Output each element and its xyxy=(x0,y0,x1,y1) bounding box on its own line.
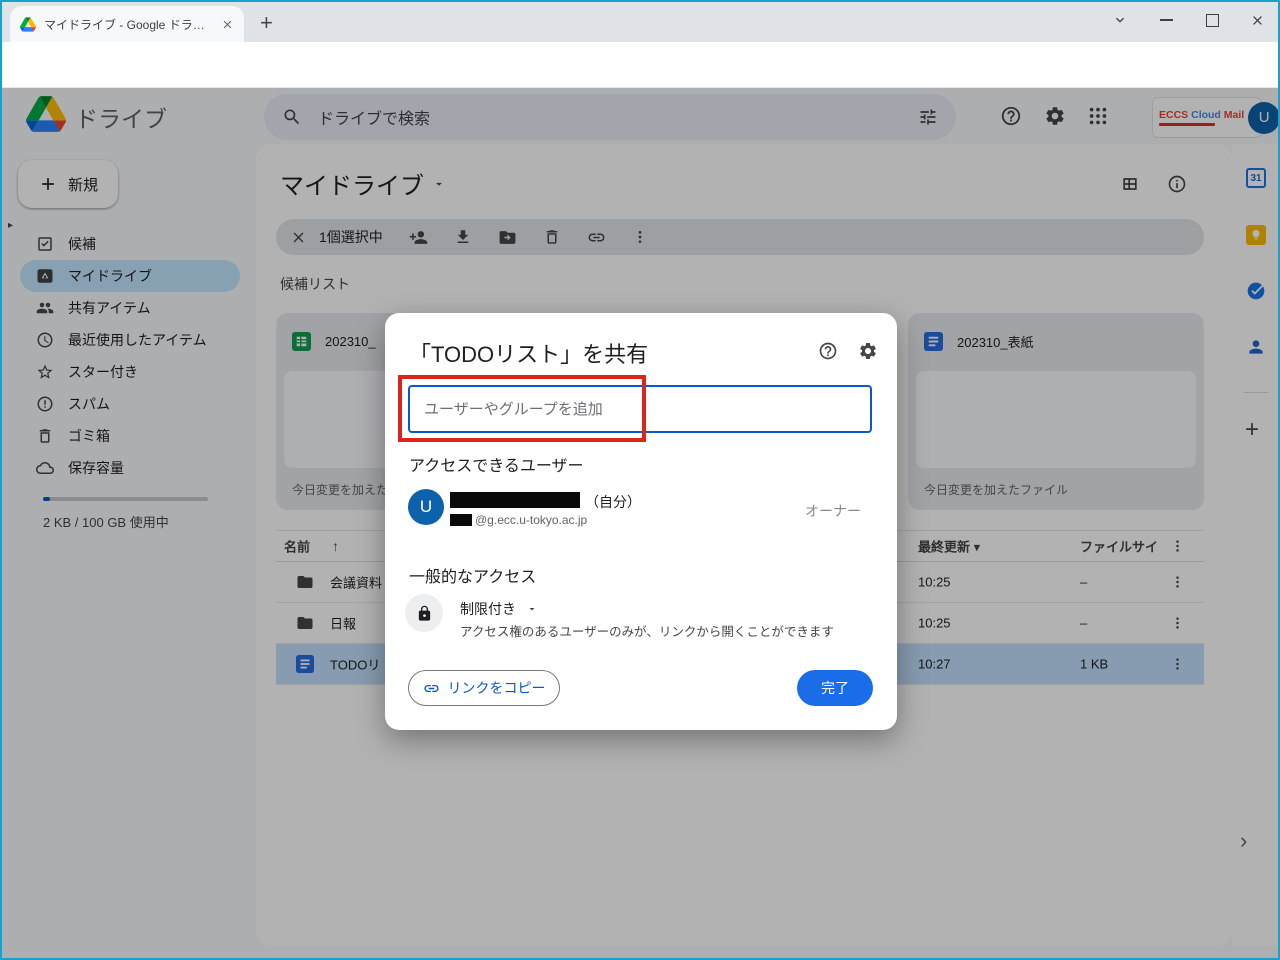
access-description: アクセス権のあるユーザーのみが、リンクから開くことができます xyxy=(460,625,834,639)
tab-close-icon[interactable] xyxy=(221,18,234,31)
window-maximize-button[interactable] xyxy=(1198,8,1226,32)
copy-link-button[interactable]: リンクをコピー xyxy=(408,670,560,706)
browser-window: マイドライブ - Google ドライブ + ドライブ ドライブで検索 ECCS… xyxy=(0,0,1280,960)
owner-avatar: U xyxy=(408,489,444,525)
annotation-highlight-box xyxy=(398,375,646,442)
people-with-access-header: アクセスできるユーザー xyxy=(409,458,584,475)
tab-title: マイドライブ - Google ドライブ xyxy=(44,17,213,32)
dialog-title: 「TODOリスト」を共有 xyxy=(409,342,649,367)
redacted-email-prefix xyxy=(450,514,472,526)
access-level-dropdown[interactable]: 制限付き xyxy=(460,599,538,619)
new-tab-button[interactable]: + xyxy=(260,10,273,36)
done-button[interactable]: 完了 xyxy=(797,670,873,706)
access-level-value: 制限付き xyxy=(460,601,516,617)
restricted-lock-icon xyxy=(405,594,443,632)
tab-bar: マイドライブ - Google ドライブ + xyxy=(0,0,1280,42)
browser-tab[interactable]: マイドライブ - Google ドライブ xyxy=(10,6,244,42)
copy-link-label: リンクをコピー xyxy=(447,680,546,696)
general-access-header: 一般的なアクセス xyxy=(409,569,537,586)
redacted-owner-name xyxy=(450,492,580,508)
owner-self-label: （自分） xyxy=(585,494,641,510)
dropdown-arrow-icon xyxy=(529,608,535,611)
tab-search-icon[interactable] xyxy=(1106,8,1134,32)
browser-toolbar: drive.google.com/drive/my-drive U xyxy=(0,42,1280,123)
window-close-button[interactable] xyxy=(1243,8,1271,32)
dialog-help-icon[interactable] xyxy=(818,341,838,361)
drive-favicon xyxy=(20,16,36,32)
owner-email-domain: @g.ecc.u-tokyo.ac.jp xyxy=(475,513,588,527)
window-minimize-button[interactable] xyxy=(1152,8,1180,32)
dialog-settings-icon[interactable] xyxy=(858,341,878,361)
link-icon xyxy=(423,684,439,692)
owner-role-label: オーナー xyxy=(805,503,861,519)
